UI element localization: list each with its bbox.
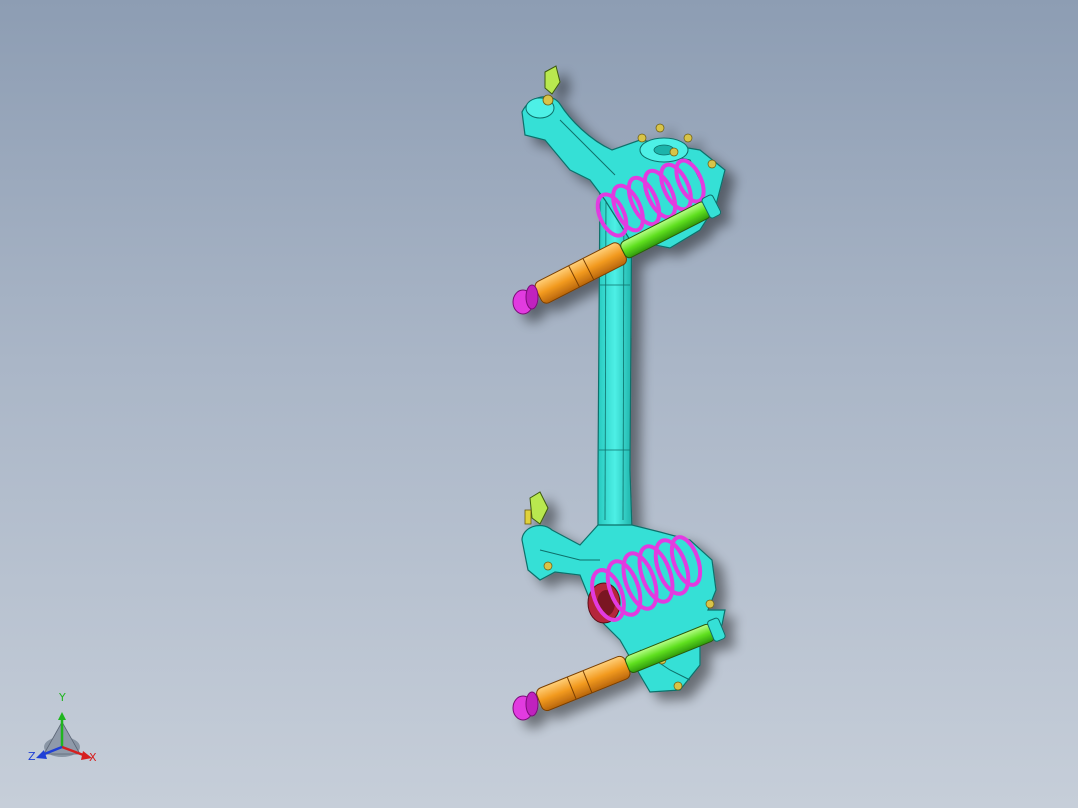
- x-axis-label: X: [89, 751, 97, 764]
- graphics-viewport[interactable]: Y Z X: [0, 0, 1078, 808]
- upper-bump-stop: [512, 284, 539, 315]
- suspension-model[interactable]: [0, 0, 1078, 808]
- z-axis-label: Z: [28, 750, 36, 763]
- y-axis-label: Y: [59, 691, 66, 704]
- orientation-triad[interactable]: Y Z X: [22, 692, 112, 772]
- lower-bump-stop: [512, 691, 539, 721]
